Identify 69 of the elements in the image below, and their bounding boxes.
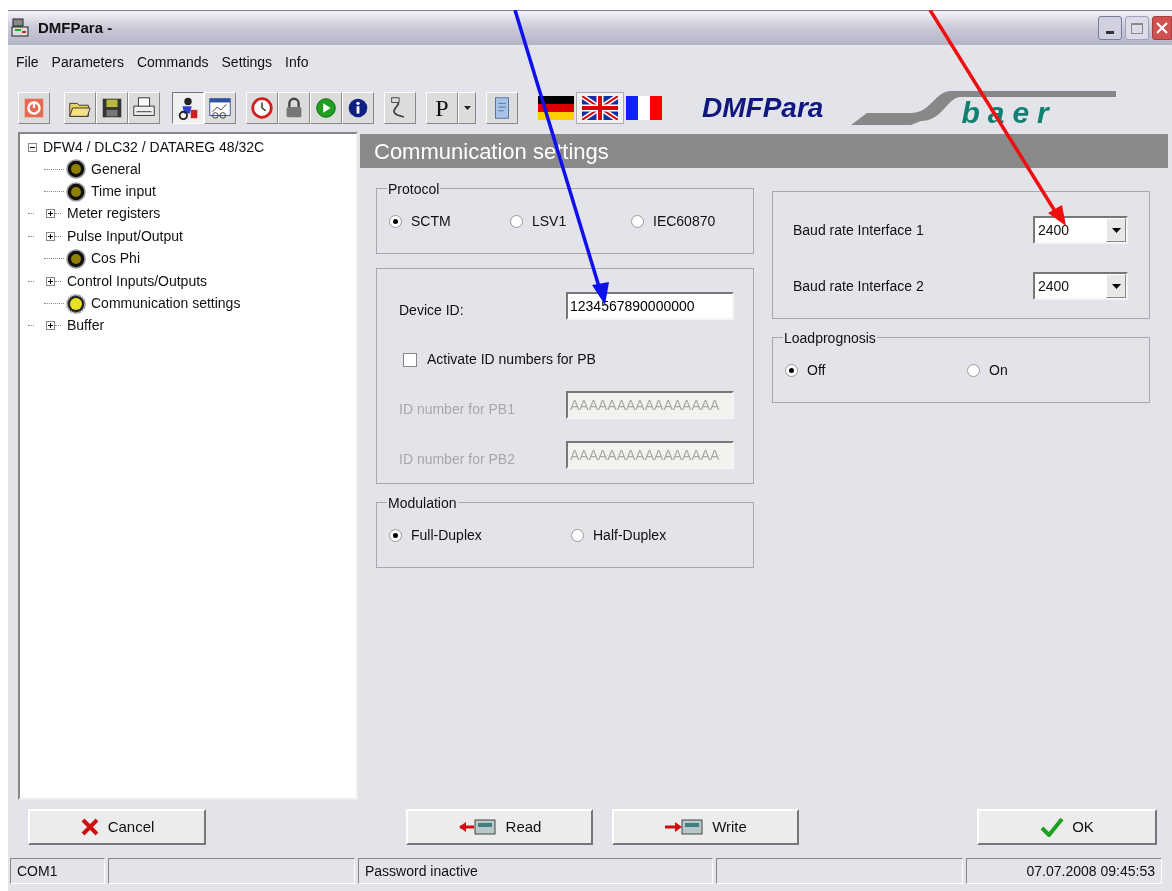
option-label: LSV1 bbox=[532, 211, 567, 231]
tree-item[interactable]: Time input bbox=[90, 181, 157, 203]
tree-item[interactable]: Pulse Input/Output bbox=[66, 225, 184, 247]
status-text: COM1 bbox=[17, 861, 58, 881]
radio-button[interactable] bbox=[571, 528, 584, 542]
ok-button[interactable]: OK bbox=[977, 809, 1157, 845]
input-field[interactable]: 1234567890000000 bbox=[566, 292, 734, 320]
toolbar-button[interactable] bbox=[172, 91, 204, 124]
clock-icon bbox=[249, 94, 275, 121]
expand-icon[interactable] bbox=[46, 321, 55, 331]
language-button[interactable] bbox=[576, 91, 624, 124]
read-button[interactable]: Read bbox=[406, 809, 593, 845]
tree-item[interactable]: Buffer bbox=[66, 315, 106, 337]
cross-icon bbox=[79, 817, 100, 837]
expand-icon[interactable] bbox=[46, 209, 55, 219]
radio-button[interactable] bbox=[510, 214, 523, 228]
status-text: Password inactive bbox=[365, 861, 478, 881]
window-title: DMFPara - bbox=[38, 17, 113, 38]
option-label: Off bbox=[807, 360, 826, 380]
dropdown-button[interactable] bbox=[458, 91, 476, 124]
field-label: Device ID: bbox=[399, 301, 464, 320]
close-button[interactable] bbox=[1152, 16, 1172, 40]
option-label: Full-Duplex bbox=[411, 525, 482, 545]
menu-item[interactable]: Info bbox=[285, 52, 309, 73]
radio-button[interactable] bbox=[967, 363, 980, 377]
german-flag-icon bbox=[538, 95, 574, 120]
status-text: 07.07.2008 09:45:53 bbox=[1026, 861, 1155, 881]
minimize-button[interactable] bbox=[1098, 16, 1122, 40]
option-label: Half-Duplex bbox=[593, 525, 667, 545]
field-label: Baud rate Interface 1 bbox=[793, 220, 925, 240]
french-flag-icon bbox=[626, 95, 662, 120]
checkbox[interactable] bbox=[403, 352, 417, 367]
cancel-button[interactable]: Cancel bbox=[28, 809, 206, 845]
radio-button[interactable] bbox=[631, 214, 644, 228]
expand-icon[interactable] bbox=[46, 231, 55, 241]
menu-item[interactable]: Settings bbox=[221, 52, 273, 73]
caret-icon bbox=[463, 105, 471, 110]
menu-item[interactable]: File bbox=[16, 52, 39, 73]
expand-icon[interactable] bbox=[46, 276, 55, 286]
parameter-button[interactable]: P bbox=[426, 91, 458, 124]
option-label: IEC60870 bbox=[653, 211, 716, 231]
tree-item[interactable]: Control Inputs/Outputs bbox=[66, 270, 209, 292]
tree-item[interactable]: General bbox=[90, 158, 142, 180]
menu-item[interactable]: Parameters bbox=[51, 52, 124, 73]
app-icon bbox=[10, 17, 32, 39]
field-label: ID number for PB2 bbox=[399, 450, 515, 469]
check-icon bbox=[1040, 817, 1065, 837]
radio-button[interactable] bbox=[389, 214, 402, 228]
collapse-icon[interactable] bbox=[28, 142, 37, 152]
tree-item[interactable]: Communication settings bbox=[90, 293, 242, 315]
caret-icon bbox=[1111, 227, 1121, 233]
field-label: ID number for PB1 bbox=[399, 400, 515, 419]
tree-item[interactable]: Meter registers bbox=[66, 203, 162, 225]
dropdown[interactable]: 2400 bbox=[1033, 272, 1128, 300]
menu-item[interactable]: Commands bbox=[136, 52, 209, 73]
write-button[interactable]: Write bbox=[612, 809, 799, 845]
british-flag-icon bbox=[582, 95, 618, 120]
radio-button[interactable] bbox=[785, 363, 798, 377]
tree-item[interactable]: DFW4 / DLC32 / DATAREG 48/32C bbox=[43, 136, 265, 158]
option-label: On bbox=[989, 360, 1008, 380]
tree-item[interactable]: Cos Phi bbox=[90, 248, 142, 270]
radio-button[interactable] bbox=[389, 528, 402, 542]
field-label: Baud rate Interface 2 bbox=[793, 276, 925, 296]
brand-name: DMFPara bbox=[702, 90, 824, 125]
checkbox-label: Activate ID numbers for PB bbox=[427, 350, 596, 369]
option-label: SCTM bbox=[411, 211, 451, 231]
caret-icon bbox=[1111, 283, 1121, 289]
close-icon bbox=[1155, 21, 1169, 35]
dropdown[interactable]: 2400 bbox=[1033, 216, 1128, 244]
